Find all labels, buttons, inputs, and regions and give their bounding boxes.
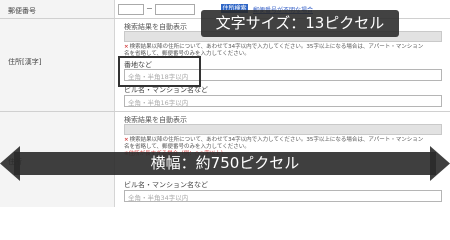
address-kanji-label: 住所[漢字] [8, 58, 42, 66]
font-size-highlight-box [118, 56, 201, 87]
postal-code-second-input[interactable] [155, 4, 195, 15]
postal-label: 郵便番号 [8, 7, 36, 15]
font-size-callout: 文字サイズ：13ピクセル [201, 10, 399, 37]
postal-dash: − [146, 4, 153, 13]
address-form: 郵便番号 − 住所検索 郵便番号が不明な場合 住所[漢字] 検索結果を自動表示 … [0, 0, 450, 207]
building-title-2: ビル名・マンション名など [124, 181, 208, 189]
building-placeholder-2: 全角・半角34字以内 [128, 194, 189, 202]
building-placeholder: 全角・半角16字以内 [128, 99, 189, 107]
building-input[interactable]: 全角・半角16字以内 [124, 95, 442, 107]
auto-display-field-2 [124, 124, 442, 135]
building-input-2[interactable]: 全角・半角34字以内 [124, 190, 442, 202]
width-annotation: 横幅：約750ピクセル [150, 154, 300, 172]
row-divider [0, 111, 450, 112]
postal-code-first-input[interactable] [118, 4, 144, 15]
